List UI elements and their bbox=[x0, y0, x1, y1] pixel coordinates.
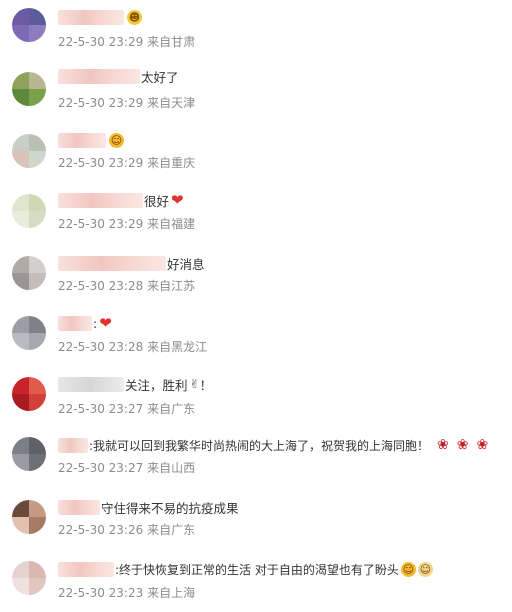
avatar[interactable] bbox=[12, 561, 46, 595]
comment-time: 22-5-30 23:29 bbox=[58, 35, 144, 49]
comment-text: : bbox=[93, 315, 98, 331]
wow-emoji-icon: ☺ bbox=[400, 561, 416, 577]
username[interactable] bbox=[58, 68, 140, 84]
comment-item: ☺ 22-5-30 23:29 来自重庆 bbox=[0, 128, 512, 188]
laugh-emoji-icon: ☻ bbox=[127, 9, 142, 25]
comment-time: 22-5-30 23:29 bbox=[58, 96, 144, 110]
comment-text: 关注，胜利 bbox=[125, 377, 188, 393]
comment-text: 好消息 bbox=[167, 256, 205, 272]
avatar[interactable] bbox=[12, 500, 46, 534]
wow-emoji-icon: ☺ bbox=[109, 132, 124, 148]
comment-location: 来自甘肃 bbox=[147, 35, 196, 49]
heart-emoji-icon: ❤ bbox=[171, 190, 184, 209]
comment-location: 来自广东 bbox=[147, 523, 196, 537]
comment-time: 22-5-30 23:27 bbox=[58, 461, 144, 475]
victory-emoji-icon: ✌ bbox=[189, 376, 200, 391]
comment-text: 太好了 bbox=[141, 69, 179, 85]
username[interactable] bbox=[58, 315, 92, 331]
comment-time: 22-5-30 23:29 bbox=[58, 217, 144, 231]
rose-emoji-icon: ❀ bbox=[476, 436, 489, 453]
username[interactable] bbox=[58, 9, 124, 25]
comment-text: 守住得来不易的抗疫成果 bbox=[101, 500, 239, 516]
comment-item: 好消息 22-5-30 23:28 来自江苏 bbox=[0, 252, 512, 312]
comment-location: 来自上海 bbox=[147, 586, 196, 600]
username[interactable] bbox=[58, 437, 88, 453]
comment-time: 22-5-30 23:23 bbox=[58, 586, 144, 600]
comment-item: 很好 ❤ 22-5-30 23:29 来自福建 bbox=[0, 188, 512, 248]
comment-item: ☻ 22-5-30 23:29 来自甘肃 bbox=[0, 0, 512, 60]
avatar[interactable] bbox=[12, 316, 46, 350]
comment-text: :终于快恢复到正常的生活 对于自由的渴望也有了盼头 bbox=[115, 562, 399, 577]
comment-location: 来自山西 bbox=[147, 461, 196, 475]
comment-text: 很好 bbox=[144, 193, 170, 209]
comment-location: 来自广东 bbox=[147, 402, 196, 416]
comment-time: 22-5-30 23:26 bbox=[58, 523, 144, 537]
username[interactable] bbox=[58, 499, 100, 515]
comment-time: 22-5-30 23:27 bbox=[58, 402, 144, 416]
avatar[interactable] bbox=[12, 8, 46, 42]
avatar[interactable] bbox=[12, 134, 46, 168]
heart-emoji-icon: ❤ bbox=[99, 313, 112, 332]
cat-emoji-icon: ☺ bbox=[417, 561, 433, 577]
username[interactable] bbox=[58, 255, 166, 271]
comment-time: 22-5-30 23:28 bbox=[58, 340, 144, 354]
comment-text: :我就可以回到我繁华时尚热闹的大上海了，祝贺我的上海同胞！ bbox=[89, 438, 430, 453]
comment-location: 来自天津 bbox=[147, 96, 196, 110]
comment-location: 来自重庆 bbox=[147, 156, 196, 170]
rose-emoji-icon: ❀ bbox=[437, 436, 449, 453]
comment-item: : ❤ 22-5-30 23:28 来自黑龙江 bbox=[0, 312, 512, 372]
username[interactable] bbox=[58, 192, 143, 208]
avatar[interactable] bbox=[12, 377, 46, 411]
avatar[interactable] bbox=[12, 72, 46, 106]
comment-item: :我就可以回到我繁华时尚热闹的大上海了，祝贺我的上海同胞！ ❀ ❀ ❀ 22-5… bbox=[0, 432, 512, 492]
username[interactable] bbox=[58, 561, 114, 577]
avatar[interactable] bbox=[12, 194, 46, 228]
comment-location: 来自黑龙江 bbox=[147, 340, 208, 354]
comment-location: 来自福建 bbox=[147, 217, 196, 231]
avatar[interactable] bbox=[12, 437, 46, 471]
comment-item: 守住得来不易的抗疫成果 22-5-30 23:26 来自广东 bbox=[0, 492, 512, 552]
comment-item: 太好了 22-5-30 23:29 来自天津 bbox=[0, 64, 512, 124]
comment-time: 22-5-30 23:29 bbox=[58, 156, 144, 170]
username[interactable] bbox=[58, 132, 106, 148]
comment-location: 来自江苏 bbox=[147, 279, 196, 293]
avatar[interactable] bbox=[12, 256, 46, 290]
rose-emoji-icon: ❀ bbox=[456, 436, 469, 453]
comment-text-suffix: ！ bbox=[199, 377, 213, 393]
comment-item: :终于快恢复到正常的生活 对于自由的渴望也有了盼头 ☺ ☺ 22-5-30 23… bbox=[0, 552, 512, 612]
comment-time: 22-5-30 23:28 bbox=[58, 279, 144, 293]
comment-item: 关注，胜利 ✌ ！ 22-5-30 23:27 来自广东 bbox=[0, 372, 512, 432]
username[interactable] bbox=[58, 376, 124, 392]
